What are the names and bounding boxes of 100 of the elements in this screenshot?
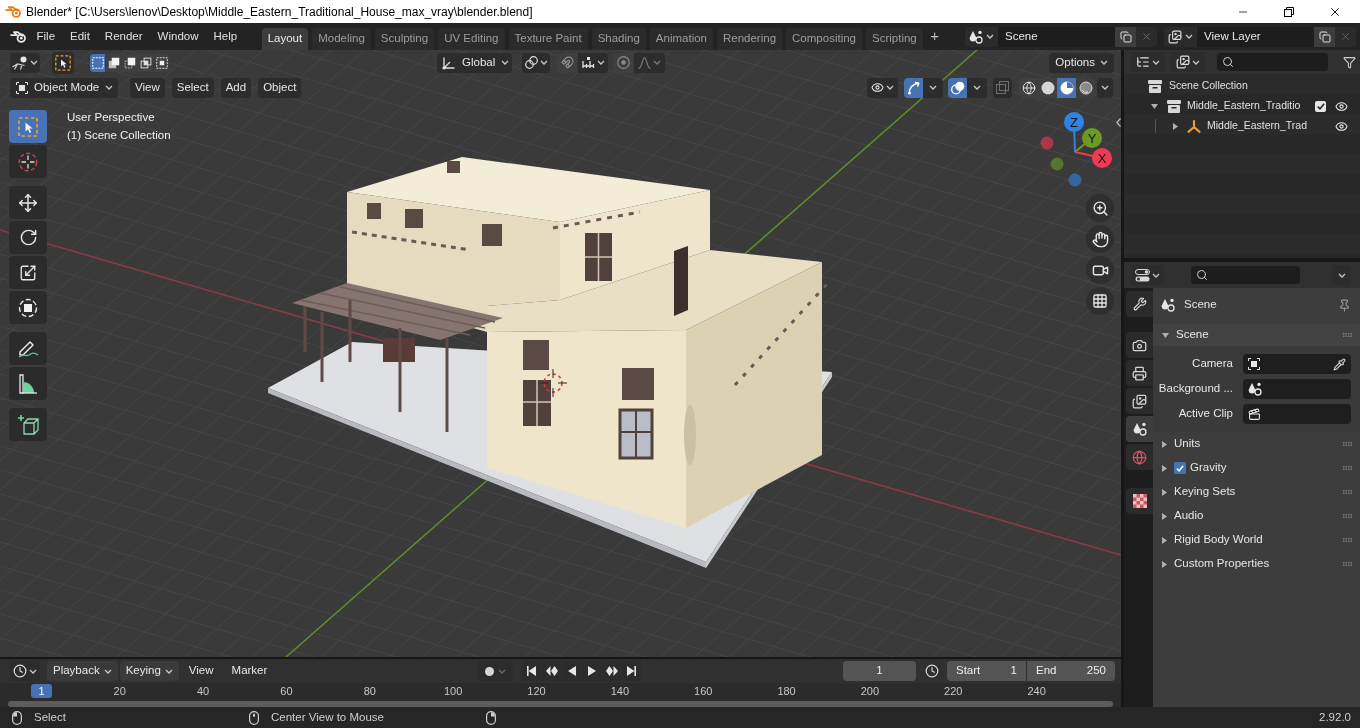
menu-item[interactable]: File	[29, 26, 63, 47]
options-dropdown[interactable]	[1332, 265, 1351, 285]
scene-name-field[interactable]: Scene	[998, 26, 1115, 47]
outliner-row[interactable]: Scene Collection	[1124, 76, 1360, 96]
pin-icon[interactable]	[1338, 298, 1351, 312]
proportional-editing-button[interactable]	[613, 52, 633, 73]
duplicate-button[interactable]	[1314, 26, 1335, 47]
panel-header[interactable]: Scene	[1153, 324, 1360, 346]
object-field[interactable]	[1243, 404, 1351, 424]
workspace-tab[interactable]: Layout	[261, 28, 309, 50]
axis-ball-icon[interactable]	[1092, 148, 1112, 168]
menu-item[interactable]: Window	[150, 26, 206, 47]
disclosure-triangle-icon[interactable]	[1162, 488, 1167, 496]
outliner-row[interactable]: Middle_Eastern_Traditio	[1124, 96, 1360, 116]
menu-item[interactable]: View	[130, 77, 165, 98]
axis-dot-icon[interactable]	[1068, 173, 1082, 187]
tool-button[interactable]	[9, 332, 47, 365]
drag-handle-icon[interactable]	[1343, 538, 1352, 542]
clock-icon[interactable]	[925, 664, 939, 678]
panel-header[interactable]: Gravity	[1153, 456, 1360, 480]
view-layer-name-field[interactable]: View Layer	[1197, 26, 1314, 47]
properties-tab[interactable]	[1126, 360, 1153, 386]
disclosure-triangle-icon[interactable]	[1162, 332, 1169, 338]
panel-header[interactable]: Audio	[1153, 504, 1360, 528]
current-frame-field[interactable]: 1	[843, 661, 916, 681]
timeline-scrollbar[interactable]	[8, 701, 1113, 707]
editor-type-button[interactable]	[10, 52, 40, 73]
editor-type-button[interactable]	[10, 661, 40, 681]
disclosure-triangle-icon[interactable]	[1162, 536, 1167, 544]
workspace-tab[interactable]: Texture Paint	[508, 28, 588, 50]
properties-tab[interactable]	[1126, 488, 1153, 514]
disclosure-triangle-icon[interactable]	[1151, 103, 1158, 109]
properties-tab[interactable]	[1126, 388, 1153, 414]
play-button[interactable]	[582, 661, 602, 681]
tool-button[interactable]	[9, 367, 47, 400]
app-menu-icon[interactable]	[10, 30, 27, 43]
disclosure-triangle-icon[interactable]	[1162, 440, 1167, 448]
scene-browse-button[interactable]	[965, 26, 998, 47]
options-dropdown[interactable]: Options	[1049, 52, 1114, 73]
snap-target-dropdown[interactable]	[578, 52, 608, 73]
snap-toggle-button[interactable]	[557, 52, 577, 73]
jump-to-start-button[interactable]	[522, 661, 542, 681]
start-frame-field[interactable]: Start 1	[947, 661, 1026, 681]
menu-dropdown[interactable]: Playback	[47, 661, 118, 681]
tool-button[interactable]	[9, 256, 47, 289]
visibility-dropdown[interactable]	[867, 77, 898, 98]
next-keyframe-button[interactable]	[602, 661, 622, 681]
tool-button[interactable]	[9, 408, 47, 441]
shading-options-button[interactable]	[1097, 77, 1113, 98]
workspace-tab[interactable]: Animation	[649, 28, 713, 50]
panel-header[interactable]: Keying Sets	[1153, 480, 1360, 504]
properties-tab[interactable]	[1126, 291, 1153, 317]
disclosure-triangle-icon[interactable]	[1162, 512, 1167, 520]
orientation-dropdown[interactable]: Global	[437, 52, 512, 73]
menu-item[interactable]: View	[180, 661, 222, 681]
panel-header[interactable]: Units	[1153, 432, 1360, 456]
workspace-tab[interactable]: UV Editing	[438, 28, 505, 50]
previous-keyframe-button[interactable]	[542, 661, 562, 681]
axis-ball-icon[interactable]	[1064, 112, 1084, 132]
axis-dot-icon[interactable]	[1040, 136, 1054, 150]
eyedropper-icon[interactable]	[1333, 357, 1346, 371]
workspace-tab[interactable]: Sculpting	[374, 28, 435, 50]
play-reverse-button[interactable]	[562, 661, 582, 681]
workspace-tab[interactable]: Shading	[591, 28, 646, 50]
axis-dot-icon[interactable]	[1050, 157, 1064, 171]
checkbox[interactable]	[1174, 462, 1186, 474]
search-field[interactable]	[1191, 266, 1300, 284]
tool-button[interactable]	[9, 145, 47, 178]
menu-item[interactable]: Marker	[223, 661, 276, 681]
properties-tab[interactable]	[1126, 416, 1153, 442]
menu-dropdown[interactable]: Keying	[119, 661, 179, 681]
drag-handle-icon[interactable]	[1343, 562, 1352, 566]
disclosure-triangle-icon[interactable]	[1162, 464, 1167, 472]
properties-tab[interactable]	[1126, 332, 1153, 358]
menu-item[interactable]: Edit	[62, 26, 98, 47]
object-field[interactable]	[1243, 354, 1351, 374]
auto-keying-button[interactable]	[477, 661, 514, 681]
menu-item[interactable]: Object	[258, 77, 302, 98]
workspace-tab[interactable]: Scripting	[866, 28, 923, 50]
workspace-tab[interactable]: Compositing	[786, 28, 862, 50]
end-frame-field[interactable]: End 250	[1027, 661, 1115, 681]
duplicate-button[interactable]	[1115, 26, 1136, 47]
menu-item[interactable]: Help	[206, 26, 245, 47]
pivot-point-dropdown[interactable]	[522, 52, 550, 73]
drag-handle-icon[interactable]	[1343, 466, 1352, 470]
jump-to-end-button[interactable]	[622, 661, 642, 681]
drag-handle-icon[interactable]	[1343, 442, 1352, 446]
editor-type-button[interactable]	[1131, 52, 1165, 72]
workspace-tab[interactable]: Rendering	[717, 28, 783, 50]
active-tool-button[interactable]	[52, 51, 74, 74]
view-layer-browse-button[interactable]	[1164, 26, 1197, 47]
outliner-row[interactable]: Middle_Eastern_Trad	[1124, 116, 1360, 136]
add-workspace-button[interactable]: +	[927, 25, 942, 48]
tool-button[interactable]	[9, 186, 47, 219]
object-field[interactable]	[1243, 379, 1351, 399]
workspace-tab[interactable]: Modeling	[312, 28, 371, 50]
display-mode-dropdown[interactable]	[1170, 52, 1205, 72]
panel-header[interactable]: Rigid Body World	[1153, 528, 1360, 552]
drag-handle-icon[interactable]	[1343, 333, 1352, 337]
disclosure-triangle-icon[interactable]	[1173, 122, 1178, 130]
